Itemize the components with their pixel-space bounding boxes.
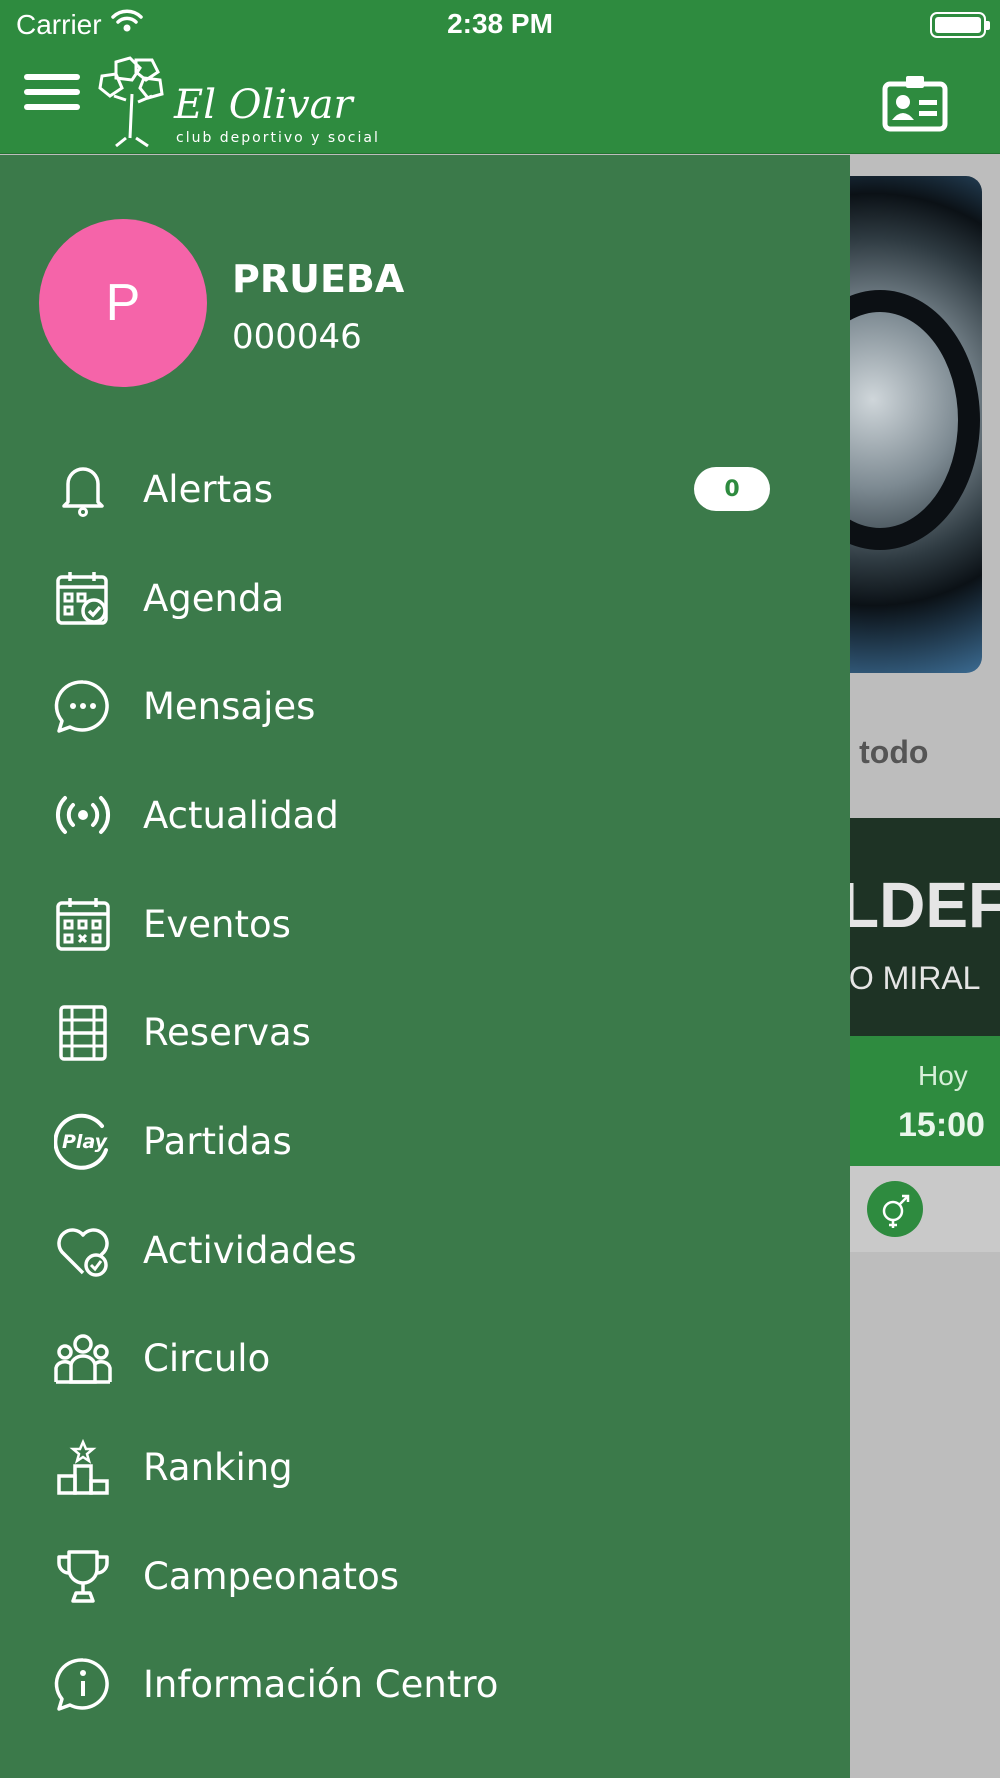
menu-item-actualidad[interactable]: Actualidad (0, 761, 850, 870)
event-banner-subtitle: IO MIRAL (840, 960, 981, 996)
status-bar: Carrier 2:38 PM (0, 0, 1000, 50)
menu-label: Circulo (143, 1337, 271, 1381)
group-icon (52, 1328, 114, 1390)
trophy-icon (52, 1545, 114, 1607)
info-chat-icon (52, 1654, 114, 1716)
bell-icon (52, 458, 114, 520)
menu-item-reservas[interactable]: Reservas (0, 978, 850, 1087)
menu-item-agenda[interactable]: Agenda (0, 544, 850, 653)
menu-item-actividades[interactable]: Actividades (0, 1196, 850, 1305)
menu-label: Agenda (143, 576, 285, 620)
broadcast-icon (52, 784, 114, 846)
menu-item-ranking[interactable]: Ranking (0, 1413, 850, 1522)
podium-icon (52, 1437, 114, 1499)
calendar-check-icon (52, 567, 114, 629)
app-header: Carrier 2:38 PM El Olivar club deportivo… (0, 0, 1000, 154)
logo-title: El Olivar (174, 82, 353, 128)
menu-label: Mensajes (143, 685, 316, 729)
side-drawer: P PRUEBA 000046 Alertas 0 Agenda Mensaje… (0, 155, 850, 1778)
status-time: 2:38 PM (447, 8, 553, 39)
heart-check-icon (52, 1219, 114, 1281)
event-day: Hoy (918, 1060, 968, 1091)
user-id: 000046 (232, 317, 362, 357)
battery-icon (930, 12, 990, 38)
drawer-menu: Alertas 0 Agenda Mensajes Actualidad Eve… (0, 435, 850, 1739)
calendar-grid-icon (52, 893, 114, 955)
menu-label: Reservas (143, 1011, 311, 1055)
menu-item-alertas[interactable]: Alertas 0 (0, 435, 850, 544)
play-icon: Play (52, 1110, 114, 1172)
menu-item-eventos[interactable]: Eventos (0, 870, 850, 979)
menu-label: Partidas (143, 1119, 292, 1163)
user-name: PRUEBA (232, 257, 405, 301)
event-time: 15:00 (898, 1106, 985, 1144)
event-banner-title: LDEF (840, 869, 1000, 941)
club-logo: El Olivar club deportivo y social (96, 54, 386, 150)
menu-item-circulo[interactable]: Circulo (0, 1305, 850, 1414)
menu-label: Actualidad (143, 793, 339, 837)
tree-icon (98, 56, 164, 148)
court-icon (52, 1002, 114, 1064)
avatar[interactable]: P (39, 219, 207, 387)
chat-bubble-icon (52, 676, 114, 738)
menu-label: Información Centro (143, 1663, 499, 1707)
menu-label: Eventos (143, 902, 291, 946)
menu-label: Ranking (143, 1446, 293, 1490)
menu-item-campeonatos[interactable]: Campeonatos (0, 1522, 850, 1631)
id-card-icon (882, 76, 948, 132)
menu-label: Actividades (143, 1228, 357, 1272)
menu-label: Campeonatos (143, 1554, 399, 1598)
menu-item-informacion-centro[interactable]: Información Centro (0, 1631, 850, 1740)
menu-item-mensajes[interactable]: Mensajes (0, 652, 850, 761)
menu-icon[interactable] (24, 74, 80, 120)
gender-icon (867, 1181, 923, 1237)
svg-text:Play: Play (62, 1131, 109, 1153)
menu-item-partidas[interactable]: Play Partidas (0, 1087, 850, 1196)
member-card-button[interactable] (882, 74, 948, 132)
alerts-count-badge: 0 (694, 467, 770, 512)
logo-subtitle: club deportivo y social (176, 130, 380, 146)
menu-label: Alertas (143, 467, 274, 511)
